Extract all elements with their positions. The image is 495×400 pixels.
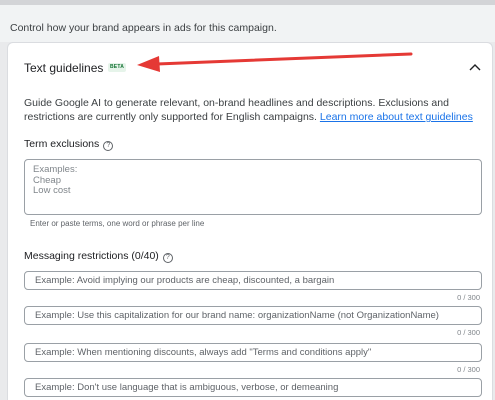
text-guidelines-card: Text guidelines BETA Guide Google AI to … bbox=[7, 42, 493, 400]
restriction-placeholder: Example: Don't use language that is ambi… bbox=[35, 382, 339, 393]
intro-text: Control how your brand appears in ads fo… bbox=[10, 22, 277, 34]
restriction-input[interactable]: Example: Avoid implying our products are… bbox=[24, 271, 482, 290]
beta-badge: BETA bbox=[108, 63, 126, 72]
restriction-input[interactable]: Example: Don't use language that is ambi… bbox=[24, 378, 482, 397]
messaging-restrictions-label: Messaging restrictions (0/40)? bbox=[24, 250, 173, 263]
term-exclusions-hint: Enter or paste terms, one word or phrase… bbox=[30, 219, 205, 228]
restriction-placeholder: Example: When mentioning discounts, alwa… bbox=[35, 347, 372, 358]
character-counter: 0 / 300 bbox=[457, 365, 480, 374]
messaging-restrictions-label-text: Messaging restrictions (0/40) bbox=[24, 250, 159, 262]
term-exclusions-label-text: Term exclusions bbox=[24, 138, 100, 150]
restriction-placeholder: Example: Avoid implying our products are… bbox=[35, 275, 335, 286]
restriction-placeholder: Example: Use this capitalization for our… bbox=[35, 310, 439, 321]
term-exclusions-textarea[interactable]: Examples: Cheap Low cost bbox=[24, 159, 482, 215]
help-circle-icon[interactable]: ? bbox=[162, 253, 173, 263]
card-title: Text guidelines bbox=[24, 61, 104, 75]
character-counter: 0 / 300 bbox=[457, 293, 480, 302]
card-description: Guide Google AI to generate relevant, on… bbox=[24, 96, 484, 124]
term-exclusions-label: Term exclusions? bbox=[24, 138, 114, 151]
character-counter: 0 / 300 bbox=[457, 328, 480, 337]
annotation-arrow bbox=[137, 52, 413, 72]
restriction-input[interactable]: Example: When mentioning discounts, alwa… bbox=[24, 343, 482, 362]
restriction-input[interactable]: Example: Use this capitalization for our… bbox=[24, 306, 482, 325]
term-exclusions-placeholder: Examples: Cheap Low cost bbox=[33, 164, 78, 196]
help-circle-icon[interactable]: ? bbox=[103, 141, 114, 151]
learn-more-link[interactable]: Learn more about text guidelines bbox=[320, 111, 473, 123]
chevron-up-icon[interactable] bbox=[469, 63, 481, 71]
intro-section: Control how your brand appears in ads fo… bbox=[0, 5, 495, 42]
